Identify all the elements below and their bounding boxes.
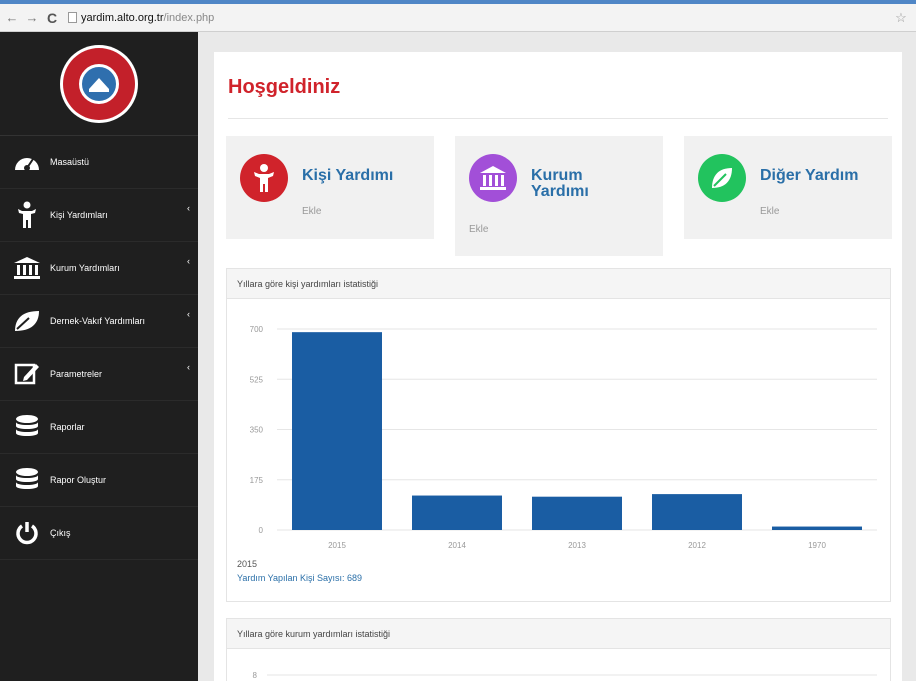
sidebar-item-1[interactable]: Masaüstü (0, 136, 198, 189)
bar-2012 (652, 494, 742, 530)
sidebar: Masaüstü Kişi Yardımları ‹ Kurum Yardımları… (0, 32, 198, 681)
sidebar-menu: Masaüstü Kişi Yardımları ‹ Kurum Yardımları… (0, 136, 198, 560)
chevron-left-icon: ‹ (187, 256, 190, 266)
power-icon (12, 518, 42, 548)
dashboard-icon (12, 147, 42, 177)
x-tick-label: 2012 (688, 541, 706, 550)
card-title: Kurum Yardımı (531, 167, 589, 200)
card-title: Diğer Yardım (760, 167, 859, 184)
main-content: Hoşgeldiniz Kişi Yardımı Ekle Kurum Yard… (214, 52, 902, 681)
card-kurum-yardimi[interactable]: Kurum Yardımı Ekle (455, 136, 663, 256)
y-tick-label: 175 (250, 476, 264, 485)
card-add-link[interactable]: Ekle (760, 206, 779, 217)
sidebar-item-8[interactable]: Çıkış (0, 507, 198, 560)
chevron-left-icon: ‹ (187, 203, 190, 213)
x-tick-label: 1970 (808, 541, 826, 550)
panel-heading: Yıllara göre kişi yardımları istatistiği (227, 269, 890, 299)
card-title: Kişi Yardımı (302, 167, 394, 184)
institution-icon (469, 154, 517, 202)
x-tick-label: 2014 (448, 541, 466, 550)
x-tick-label: 2013 (568, 541, 586, 550)
edit-icon (12, 359, 42, 389)
sidebar-item-3[interactable]: Kurum Yardımları ‹ (0, 242, 198, 295)
y-tick-label: 700 (250, 325, 264, 334)
sidebar-item-label: Çıkış (50, 528, 71, 538)
logo-area (0, 32, 198, 136)
sidebar-item-label: Masaüstü (50, 157, 90, 167)
summary-count: Yardım Yapılan Kişi Sayısı: 689 (237, 573, 363, 583)
back-icon[interactable]: ← (4, 8, 20, 28)
sidebar-item-label: Kişi Yardımları (50, 210, 108, 220)
sidebar-item-label: Parametreler (50, 369, 103, 379)
person-icon (12, 200, 42, 230)
bar-1970 (772, 526, 862, 530)
y-tick-label: 525 (250, 375, 264, 384)
chamber-logo[interactable] (60, 44, 138, 123)
card-add-link[interactable]: Ekle (469, 224, 488, 235)
forward-icon[interactable]: → (24, 8, 40, 28)
institution-aid-chart: 8 (253, 671, 877, 680)
chevron-left-icon: ‹ (187, 309, 190, 319)
chevron-left-icon: ‹ (187, 362, 190, 372)
bar-2015 (292, 332, 382, 530)
address-bar[interactable]: yardim.alto.org.tr/index.php (68, 8, 890, 28)
y-tick-label: 0 (259, 526, 264, 535)
sidebar-item-7[interactable]: Rapor Oluştur (0, 454, 198, 507)
x-tick-label: 2015 (328, 541, 346, 550)
reload-icon[interactable]: C (44, 8, 60, 28)
bar-2014 (412, 495, 502, 530)
institution-aid-stats-panel: Yıllara göre kurum yardımları istatistiğ… (226, 618, 891, 681)
sidebar-item-label: Raporlar (50, 422, 85, 432)
leaf-icon (698, 154, 746, 202)
page-title: Hoşgeldiniz (228, 76, 341, 98)
summary-year: 2015 (237, 559, 258, 569)
panel-heading: Yıllara göre kurum yardımları istatistiğ… (227, 619, 890, 649)
sidebar-item-label: Rapor Oluştur (50, 475, 107, 485)
sidebar-item-5[interactable]: Parametreler ‹ (0, 348, 198, 401)
person-aid-stats-panel: Yıllara göre kişi yardımları istatistiği… (226, 268, 891, 602)
page-icon (68, 12, 77, 23)
sidebar-item-label: Dernek-Vakıf Yardımları (50, 316, 146, 326)
bar-2013 (532, 496, 622, 530)
card-diger-yardim[interactable]: Diğer Yardım Ekle (684, 136, 892, 239)
database-icon (12, 465, 42, 495)
institution-icon (12, 253, 42, 283)
tick-label: 8 (253, 671, 258, 680)
star-icon[interactable]: ☆ (890, 10, 912, 26)
sidebar-item-6[interactable]: Raporlar (0, 401, 198, 454)
y-tick-label: 350 (250, 426, 264, 435)
url-host: yardim.alto.org.tr (81, 11, 164, 24)
browser-toolbar: ← → C yardim.alto.org.tr/index.php ☆ (0, 4, 916, 32)
leaf-icon (12, 306, 42, 336)
database-icon (12, 412, 42, 442)
sidebar-item-label: Kurum Yardımları (50, 263, 120, 273)
sidebar-item-2[interactable]: Kişi Yardımları ‹ (0, 189, 198, 242)
title-divider (228, 118, 888, 119)
card-kisi-yardimi[interactable]: Kişi Yardımı Ekle (226, 136, 434, 239)
person-icon (240, 154, 288, 202)
sidebar-item-4[interactable]: Dernek-Vakıf Yardımları ‹ (0, 295, 198, 348)
person-aid-bar-chart: 0 175 350 525 700 2015 2014 2013 2012 1970 (250, 325, 877, 550)
card-add-link[interactable]: Ekle (302, 206, 321, 217)
url-path: /index.php (163, 11, 215, 24)
